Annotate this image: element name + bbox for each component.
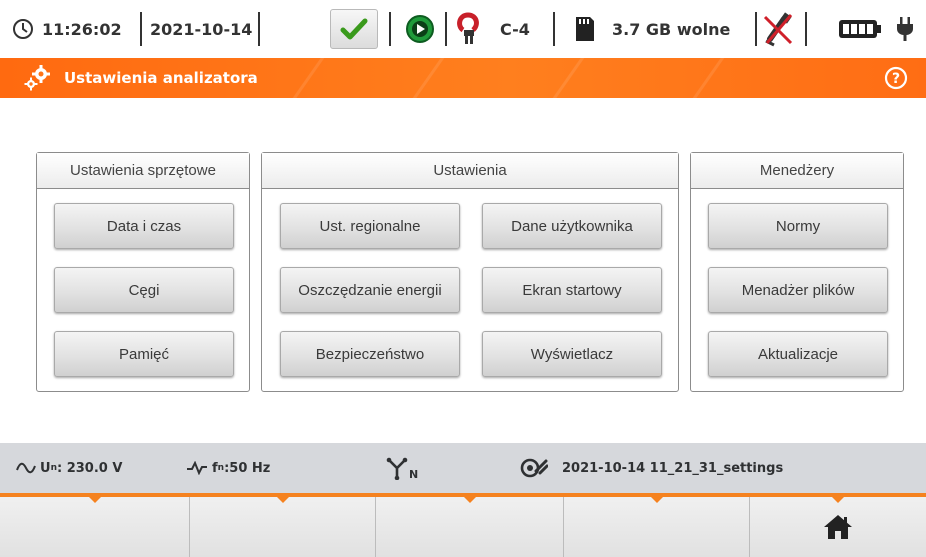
nominal-voltage: Un: 230.0 V bbox=[16, 443, 122, 493]
status-separator bbox=[140, 12, 142, 46]
status-separator bbox=[258, 12, 260, 46]
display-button[interactable]: Wyświetlacz bbox=[482, 331, 662, 377]
voltage-symbol: U bbox=[40, 460, 51, 476]
home-button[interactable] bbox=[750, 497, 926, 557]
ok-check-icon bbox=[330, 9, 378, 49]
status-separator bbox=[389, 12, 391, 46]
help-icon[interactable]: ? bbox=[884, 66, 908, 95]
panel-title-settings: Ustawienia bbox=[262, 153, 678, 189]
standards-button[interactable]: Normy bbox=[708, 203, 888, 249]
title-bar-decoration bbox=[525, 58, 598, 98]
function-key-notch bbox=[277, 497, 289, 503]
date-time-button[interactable]: Data i czas bbox=[54, 203, 234, 249]
nominal-frequency: f n:50 Hz bbox=[186, 443, 270, 493]
user-data-button[interactable]: Dane użytkownika bbox=[482, 203, 662, 249]
regional-settings-button[interactable]: Ust. regionalne bbox=[280, 203, 460, 249]
panel-managers: Menedżery Normy Menadżer plików Aktualiz… bbox=[690, 152, 904, 392]
settings-wrench-icon bbox=[520, 458, 548, 478]
title-bar-decoration bbox=[385, 58, 458, 98]
frequency-value: :50 Hz bbox=[224, 460, 271, 476]
panel-settings: Ustawienia Ust. regionalne Dane użytkown… bbox=[261, 152, 679, 392]
clamps-button[interactable]: Cęgi bbox=[54, 267, 234, 313]
gears-icon bbox=[22, 63, 52, 98]
title-bar-decoration bbox=[665, 58, 738, 98]
function-key-notch bbox=[89, 497, 101, 503]
ac-sine-icon bbox=[16, 462, 36, 474]
memory-free: 3.7 GB wolne bbox=[612, 19, 731, 39]
function-key-notch bbox=[651, 497, 663, 503]
panel-title-managers: Menedżery bbox=[691, 153, 903, 189]
status-separator bbox=[805, 12, 807, 46]
status-separator bbox=[755, 12, 757, 46]
file-manager-button[interactable]: Menadżer plików bbox=[708, 267, 888, 313]
title-bar-decoration bbox=[265, 58, 338, 98]
title-bar: Ustawienia analizatora ? bbox=[0, 58, 926, 98]
svg-text:?: ? bbox=[892, 71, 900, 87]
power-plug-icon bbox=[896, 0, 914, 58]
sd-card-icon bbox=[574, 0, 596, 58]
function-key-4[interactable] bbox=[564, 497, 750, 557]
function-key-3[interactable] bbox=[376, 497, 564, 557]
frequency-wave-icon bbox=[187, 461, 207, 475]
status-bar: 11:26:02 2021-10-14 C-4 3.7 GB wolne bbox=[0, 0, 926, 58]
security-button[interactable]: Bezpieczeństwo bbox=[280, 331, 460, 377]
clamp-icon bbox=[457, 0, 481, 58]
page-title: Ustawienia analizatora bbox=[64, 69, 258, 87]
ok-button[interactable] bbox=[330, 0, 378, 58]
info-bar: Un: 230.0 V f n:50 Hz N 2021-10-14 11_21_… bbox=[0, 443, 926, 493]
status-separator bbox=[553, 12, 555, 46]
function-key-bar bbox=[0, 497, 926, 557]
clock-icon bbox=[12, 0, 34, 58]
start-screen-button[interactable]: Ekran startowy bbox=[482, 267, 662, 313]
clamp-label: C-4 bbox=[500, 19, 530, 39]
voltage-value: : 230.0 V bbox=[56, 460, 123, 476]
settings-file-name: 2021-10-14 11_21_31_settings bbox=[562, 460, 784, 476]
function-key-notch bbox=[464, 497, 476, 503]
updates-button[interactable]: Aktualizacje bbox=[708, 331, 888, 377]
memory-button[interactable]: Pamięć bbox=[54, 331, 234, 377]
function-key-2[interactable] bbox=[190, 497, 376, 557]
status-time: 11:26:02 bbox=[42, 19, 122, 39]
play-icon[interactable] bbox=[405, 0, 435, 58]
settings-file: 2021-10-14 11_21_31_settings bbox=[520, 443, 783, 493]
home-icon bbox=[824, 515, 852, 539]
battery-icon bbox=[838, 0, 882, 58]
network-neutral-label: N bbox=[409, 467, 419, 481]
function-key-notch bbox=[832, 497, 844, 503]
panel-title-hardware: Ustawienia sprzętowe bbox=[37, 153, 249, 189]
status-separator bbox=[445, 12, 447, 46]
usb-disconnected-icon bbox=[762, 0, 796, 58]
network-type: N bbox=[386, 443, 418, 493]
power-saving-button[interactable]: Oszczędzanie energii bbox=[280, 267, 460, 313]
function-key-1[interactable] bbox=[0, 497, 190, 557]
status-date: 2021-10-14 bbox=[150, 19, 253, 39]
panel-hardware-settings: Ustawienia sprzętowe Data i czas Cęgi Pa… bbox=[36, 152, 250, 392]
